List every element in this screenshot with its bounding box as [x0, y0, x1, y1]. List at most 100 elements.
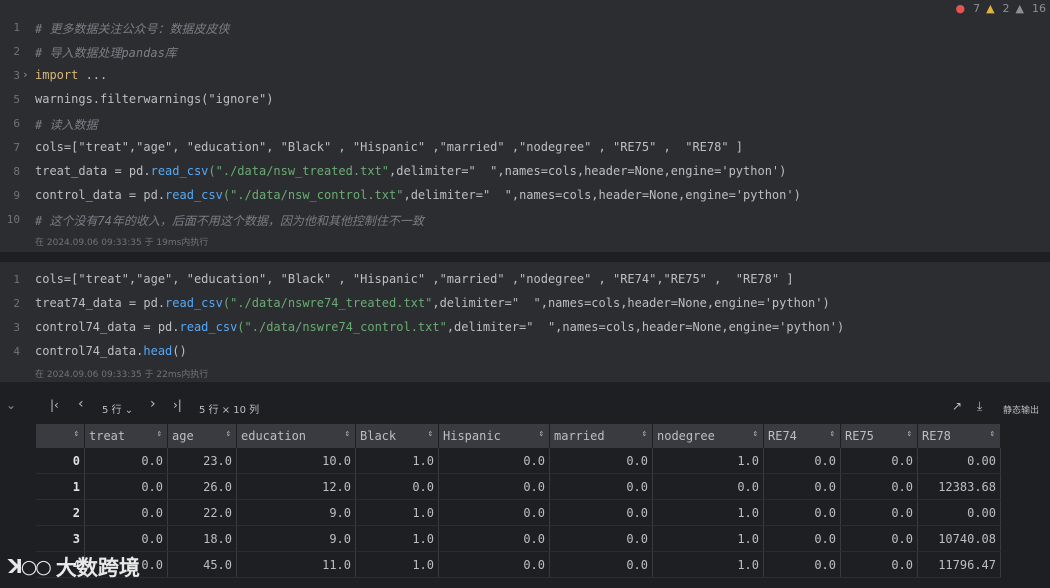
- sort-icon[interactable]: ⇕: [830, 429, 835, 439]
- column-header[interactable]: education ⇕: [236, 424, 356, 448]
- table-cell[interactable]: 0.00: [917, 448, 1001, 474]
- table-cell[interactable]: 0.0: [84, 525, 168, 552]
- code-comment[interactable]: # 读入数据: [35, 116, 97, 133]
- table-cell[interactable]: 1.0: [652, 551, 764, 578]
- sort-icon[interactable]: ⇕: [753, 429, 758, 439]
- inspections-widget[interactable]: ● 7 ▲ 2 ▲ 16: [955, 2, 1046, 15]
- collapse-output-icon[interactable]: ⌄: [6, 398, 16, 412]
- column-header[interactable]: RE75 ⇕: [840, 424, 918, 448]
- column-header[interactable]: RE74 ⇕: [763, 424, 841, 448]
- table-cell[interactable]: 0.0: [840, 473, 918, 500]
- table-cell[interactable]: 10.0: [236, 448, 356, 474]
- table-cell[interactable]: 0.0: [438, 473, 550, 500]
- row-index[interactable]: 0: [36, 448, 85, 474]
- table-cell[interactable]: 0.0: [549, 448, 653, 474]
- table-cell[interactable]: 1.0: [355, 499, 439, 526]
- column-header[interactable]: Hispanic ⇕: [438, 424, 550, 448]
- code-control-line[interactable]: control_data = pd.read_csv("./data/nsw_c…: [35, 188, 801, 202]
- code-comment[interactable]: # 导入数据处理pandas库: [35, 44, 177, 61]
- code-filterwarnings-line[interactable]: warnings.filterwarnings("ignore"): [35, 92, 273, 106]
- table-cell[interactable]: 1.0: [355, 448, 439, 474]
- table-cell[interactable]: 0.0: [84, 473, 168, 500]
- sort-icon[interactable]: ⇕: [74, 429, 79, 439]
- table-cell[interactable]: 9.0: [236, 525, 356, 552]
- table-cell[interactable]: 0.0: [840, 551, 918, 578]
- last-page-icon[interactable]: ›|: [173, 398, 182, 412]
- code-cell-1[interactable]: ● 7 ▲ 2 ▲ 16 1 2 3 › 5 6 7 8 9 10 # 更多数据关注公…: [0, 0, 1050, 252]
- code-comment[interactable]: # 这个没有74年的收入，后面不用这个数据，因为他和其他控制住不一致: [35, 212, 424, 229]
- table-cell[interactable]: 1.0: [355, 551, 439, 578]
- table-cell[interactable]: 0.0: [438, 551, 550, 578]
- row-index[interactable]: 1: [36, 473, 85, 500]
- table-cell[interactable]: 1.0: [652, 525, 764, 552]
- row-index[interactable]: 3: [36, 525, 85, 552]
- table-cell[interactable]: 0.00: [917, 499, 1001, 526]
- table-cell[interactable]: 22.0: [167, 499, 237, 526]
- row-index[interactable]: 2: [36, 499, 85, 526]
- next-page-icon[interactable]: ›: [150, 396, 156, 412]
- table-cell[interactable]: 0.0: [549, 473, 653, 500]
- table-cell[interactable]: 0.0: [84, 499, 168, 526]
- table-cell[interactable]: 0.0: [355, 473, 439, 500]
- sort-icon[interactable]: ⇕: [157, 429, 162, 439]
- table-cell[interactable]: 0.0: [438, 525, 550, 552]
- first-page-icon[interactable]: |‹: [50, 398, 59, 412]
- sort-icon[interactable]: ⇕: [907, 429, 912, 439]
- column-header[interactable]: treat ⇕: [84, 424, 168, 448]
- table-cell[interactable]: 0.0: [438, 448, 550, 474]
- sort-icon[interactable]: ⇕: [990, 429, 995, 439]
- code-cell-2[interactable]: 1 2 3 4 cols=["treat","age", "education"…: [0, 262, 1050, 382]
- table-cell[interactable]: 0.0: [840, 499, 918, 526]
- column-header[interactable]: age ⇕: [167, 424, 237, 448]
- table-cell[interactable]: 0.0: [763, 525, 841, 552]
- table-cell[interactable]: 10740.08: [917, 525, 1001, 552]
- sort-icon[interactable]: ⇕: [539, 429, 544, 439]
- code-cols-line[interactable]: cols=["treat","age", "education", "Black…: [35, 272, 794, 286]
- index-column-header[interactable]: ⇕: [36, 424, 85, 448]
- table-cell[interactable]: 12383.68: [917, 473, 1001, 500]
- table-cell[interactable]: 0.0: [763, 473, 841, 500]
- table-cell[interactable]: 0.0: [84, 448, 168, 474]
- table-cell[interactable]: 12.0: [236, 473, 356, 500]
- code-import-line[interactable]: import ...: [35, 68, 107, 82]
- open-in-new-icon[interactable]: ↗: [952, 399, 962, 413]
- table-cell[interactable]: 1.0: [355, 525, 439, 552]
- download-icon[interactable]: ⤓: [977, 399, 982, 414]
- sort-icon[interactable]: ⇕: [642, 429, 647, 439]
- table-cell[interactable]: 11796.47: [917, 551, 1001, 578]
- column-header[interactable]: nodegree ⇕: [652, 424, 764, 448]
- table-cell[interactable]: 45.0: [167, 551, 237, 578]
- code-treat74-line[interactable]: treat74_data = pd.read_csv("./data/nswre…: [35, 296, 830, 310]
- table-cell[interactable]: 0.0: [840, 448, 918, 474]
- table-cell[interactable]: 0.0: [840, 525, 918, 552]
- code-comment[interactable]: # 更多数据关注公众号：数据皮皮侠: [35, 20, 229, 37]
- rows-per-page-select[interactable]: 5 行 ⌄: [102, 401, 133, 416]
- prev-page-icon[interactable]: ‹: [78, 396, 84, 412]
- code-head-line[interactable]: control74_data.head(): [35, 344, 187, 358]
- static-output-button[interactable]: 静态输出: [1003, 403, 1039, 416]
- table-cell[interactable]: 23.0: [167, 448, 237, 474]
- fold-chevron-icon[interactable]: ›: [22, 68, 29, 81]
- table-cell[interactable]: 18.0: [167, 525, 237, 552]
- table-cell[interactable]: 9.0: [236, 499, 356, 526]
- table-cell[interactable]: 0.0: [438, 499, 550, 526]
- table-cell[interactable]: 0.0: [763, 551, 841, 578]
- table-cell[interactable]: 0.0: [549, 499, 653, 526]
- table-cell[interactable]: 1.0: [652, 448, 764, 474]
- table-cell[interactable]: 1.0: [652, 499, 764, 526]
- code-cols-line[interactable]: cols=["treat","age", "education", "Black…: [35, 140, 743, 154]
- table-cell[interactable]: 0.0: [652, 473, 764, 500]
- sort-icon[interactable]: ⇕: [428, 429, 433, 439]
- column-header[interactable]: RE78 ⇕: [917, 424, 1001, 448]
- table-cell[interactable]: 0.0: [763, 499, 841, 526]
- table-cell[interactable]: 26.0: [167, 473, 237, 500]
- sort-icon[interactable]: ⇕: [226, 429, 231, 439]
- table-cell[interactable]: 11.0: [236, 551, 356, 578]
- table-cell[interactable]: 0.0: [763, 448, 841, 474]
- code-control74-line[interactable]: control74_data = pd.read_csv("./data/nsw…: [35, 320, 844, 334]
- table-cell[interactable]: 0.0: [549, 525, 653, 552]
- column-header[interactable]: Black ⇕: [355, 424, 439, 448]
- sort-icon[interactable]: ⇕: [345, 429, 350, 439]
- code-treat-line[interactable]: treat_data = pd.read_csv("./data/nsw_tre…: [35, 164, 786, 178]
- table-cell[interactable]: 0.0: [549, 551, 653, 578]
